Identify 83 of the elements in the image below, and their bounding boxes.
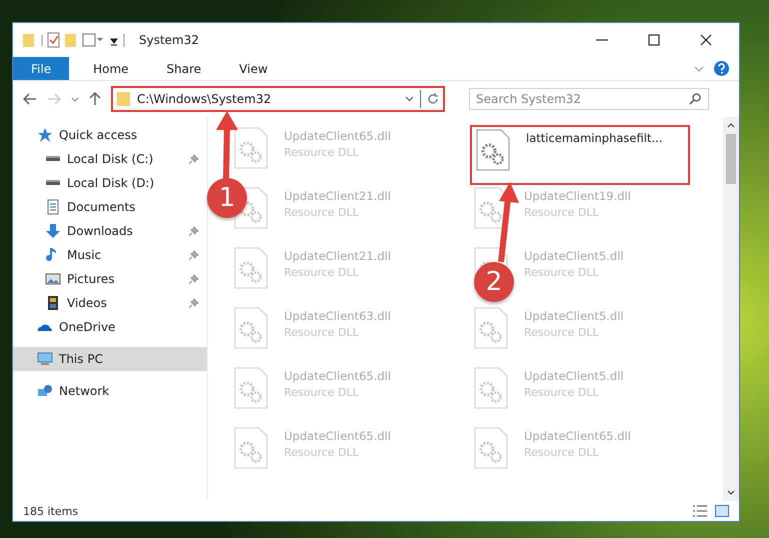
help-icon[interactable]	[714, 61, 729, 76]
network-icon	[37, 383, 53, 399]
sidebar-item[interactable]: Local Disk (C:)	[13, 147, 207, 171]
sidebar-label: This PC	[59, 352, 104, 366]
gear-file-icon	[234, 427, 268, 469]
sidebar-item[interactable]: Quick access	[13, 123, 207, 147]
sidebar-label: Documents	[67, 200, 136, 214]
pin-icon[interactable]	[189, 250, 199, 260]
item-count: 185 items	[23, 504, 78, 518]
ribbon-tab[interactable]: Home	[79, 57, 143, 80]
sidebar-label: Videos	[67, 296, 108, 310]
sidebar-item[interactable]: This PC	[13, 347, 207, 371]
sidebar-item[interactable]: Local Disk (D:)	[13, 171, 207, 195]
sidebar-label: Pictures	[67, 272, 116, 286]
address-path: C:\Windows\System32	[137, 92, 272, 106]
sidebar-label: Local Disk (D:)	[67, 176, 156, 190]
refresh-icon[interactable]	[427, 93, 439, 105]
file-name[interactable]: latticemaminphasefilt...	[526, 131, 662, 145]
gear-file-icon	[474, 367, 508, 409]
pc-icon	[37, 351, 53, 367]
dropdown-caret-icon[interactable]	[405, 96, 414, 102]
chevron-icon[interactable]	[694, 66, 704, 72]
file-type: Resource DLL	[524, 386, 600, 399]
address-bar[interactable]: C:\Windows\System32	[111, 86, 445, 112]
window-title: System32	[139, 33, 200, 47]
scrollbar-thumb[interactable]	[726, 134, 736, 184]
download-icon	[45, 223, 61, 239]
file-type: Resource DLL	[284, 326, 360, 339]
annotation-arrow	[216, 111, 238, 180]
sidebar-label: Music	[67, 248, 102, 262]
videos-icon	[45, 295, 61, 311]
pin-icon[interactable]	[189, 274, 199, 284]
sidebar-label: Downloads	[67, 224, 134, 238]
ribbon-tab[interactable]: View	[225, 57, 282, 80]
large-icons-view-icon[interactable]	[715, 505, 729, 517]
gear-file-icon	[474, 307, 508, 349]
back-arrow-icon[interactable]	[23, 93, 37, 105]
gear-file-icon	[476, 129, 510, 171]
details-view-icon[interactable]	[693, 505, 707, 517]
drive-icon	[45, 156, 61, 162]
pin-icon[interactable]	[189, 298, 199, 308]
documents-icon	[45, 199, 61, 215]
sidebar-item[interactable]: Music	[13, 243, 207, 267]
gear-file-icon	[234, 127, 268, 169]
recent-caret-icon[interactable]	[71, 96, 79, 102]
gear-file-icon	[234, 367, 268, 409]
sidebar-item[interactable]: OneDrive	[13, 315, 207, 339]
pin-icon[interactable]	[189, 154, 199, 164]
up-arrow-icon[interactable]	[89, 92, 101, 106]
gear-file-icon	[474, 427, 508, 469]
file-type: Resource DLL	[284, 206, 360, 219]
gear-file-icon	[234, 307, 268, 349]
search-field[interactable]: Search System32	[469, 88, 709, 110]
gear-file-icon	[234, 247, 268, 289]
sidebar-label: Network	[59, 384, 110, 398]
pin-icon[interactable]	[189, 226, 199, 236]
sidebar-item[interactable]: Network	[13, 379, 207, 403]
pictures-icon	[45, 271, 61, 287]
ribbon-tab[interactable]: File	[13, 57, 70, 80]
file-type: Resource DLL	[284, 146, 360, 159]
file-type: Resource DLL	[284, 266, 360, 279]
file-type: Resource DLL	[524, 206, 600, 219]
file-type: Resource DLL	[524, 446, 600, 459]
scrollbar[interactable]	[723, 117, 739, 501]
file-type: Resource DLL	[524, 326, 600, 339]
sidebar-item[interactable]: Downloads	[13, 219, 207, 243]
sidebar-label: Local Disk (C:)	[67, 152, 154, 166]
close-icon[interactable]	[700, 34, 712, 46]
folder-icon	[117, 91, 131, 107]
scroll-up-icon[interactable]	[727, 123, 735, 128]
ribbon-tab[interactable]: Share	[152, 57, 216, 80]
file-type: Resource DLL	[284, 386, 360, 399]
star-icon	[37, 127, 53, 143]
maximize-icon[interactable]	[648, 34, 660, 46]
sidebar-item[interactable]: Pictures	[13, 267, 207, 291]
file-type: Resource DLL	[284, 446, 360, 459]
scroll-down-icon[interactable]	[727, 490, 735, 495]
sidebar-item[interactable]: Videos	[13, 291, 207, 315]
sidebar-label: Quick access	[59, 128, 138, 142]
file-type: Resource DLL	[524, 266, 600, 279]
drive-icon	[45, 180, 61, 186]
sidebar-item[interactable]: Documents	[13, 195, 207, 219]
sidebar-label: OneDrive	[59, 320, 116, 334]
